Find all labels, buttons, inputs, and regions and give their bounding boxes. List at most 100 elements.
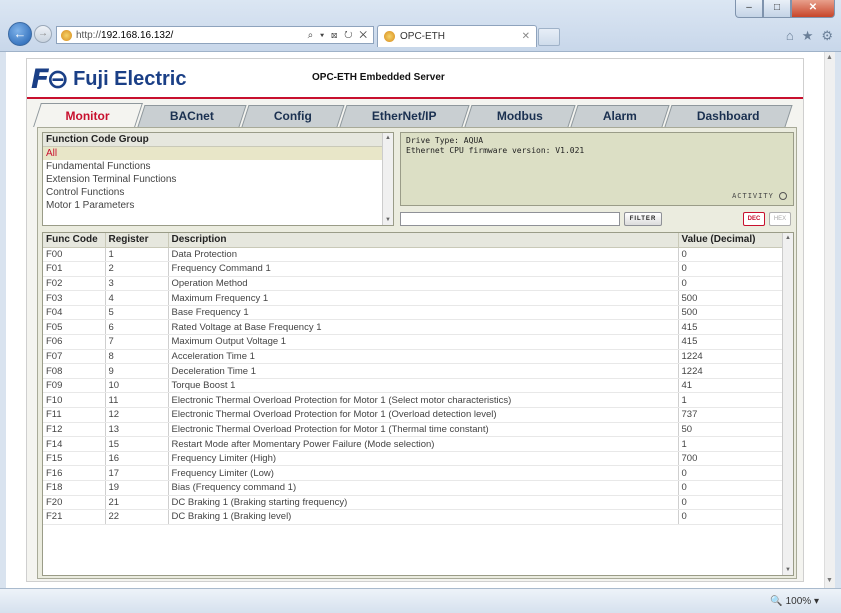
tab-alarm[interactable]: Alarm	[570, 105, 670, 127]
address-url: http://192.168.16.132/	[76, 29, 174, 41]
opc-eth-app: F⊖ Fuji Electric OPC-ETH Embedded Server…	[26, 58, 804, 582]
group-item-motor1[interactable]: Motor 1 Parameters	[43, 199, 393, 212]
minimize-button[interactable]: –	[735, 0, 763, 18]
settings-gear-icon[interactable]: ⚙	[821, 28, 833, 44]
table-row[interactable]: F15 16 Frequency Limiter (High) 700	[43, 451, 784, 467]
group-item-all[interactable]: All	[43, 147, 393, 160]
group-item-control[interactable]: Control Functions	[43, 186, 393, 199]
table-row[interactable]: F10 11 Electronic Thermal Overload Protect…	[43, 392, 784, 409]
cell-register: 4	[105, 290, 169, 306]
table-row[interactable]: F14 15 Restart Mode after Momentary Power …	[43, 436, 784, 452]
cell-register: 10	[105, 378, 169, 394]
cell-description: DC Braking 1 (Braking starting frequency…	[168, 495, 679, 511]
table-row[interactable]: F16 17 Frequency Limiter (Low) 0	[43, 465, 784, 481]
window-controls: – □ ✕	[735, 0, 835, 18]
col-description[interactable]: Description	[168, 233, 679, 248]
cell-description: Operation Method	[168, 276, 679, 292]
table-row[interactable]: F21 22 DC Braking 1 (Braking level) 0	[43, 509, 784, 525]
brand-name: Fuji Electric	[73, 68, 187, 90]
cell-func-code: F21	[43, 509, 106, 525]
scroll-down-icon[interactable]: ▼	[385, 217, 391, 223]
scroll-up-icon[interactable]: ▲	[385, 135, 391, 141]
tab-bacnet[interactable]: BACnet	[137, 105, 247, 127]
cell-description: Restart Mode after Momentary Power Failu…	[168, 436, 679, 452]
table-row[interactable]: F06 7 Maximum Output Voltage 1 415	[43, 334, 784, 350]
tab-dashboard[interactable]: Dashboard	[664, 105, 792, 127]
table-row[interactable]: F08 9 Deceleration Time 1 1224	[43, 363, 784, 379]
table-scroll-up-icon[interactable]: ▲	[785, 235, 791, 241]
cell-register: 21	[105, 495, 169, 511]
table-row[interactable]: F03 4 Maximum Frequency 1 500	[43, 290, 784, 306]
cell-description: Bias (Frequency command 1)	[168, 480, 679, 496]
tab-config[interactable]: Config	[241, 105, 345, 127]
hex-button[interactable]: HEX	[769, 212, 791, 226]
table-scroll-down-icon[interactable]: ▼	[785, 567, 791, 573]
cell-register: 9	[105, 363, 169, 379]
cell-func-code: F06	[43, 334, 106, 350]
group-item-fundamental[interactable]: Fundamental Functions	[43, 160, 393, 173]
cell-value: 0	[678, 261, 784, 277]
forward-button[interactable]: →	[34, 25, 52, 43]
dec-button[interactable]: DEC	[743, 212, 765, 226]
table-row[interactable]: F07 8 Acceleration Time 1 1224	[43, 349, 784, 365]
close-tab-icon[interactable]: ✕	[522, 31, 530, 42]
cell-register: 8	[105, 349, 169, 365]
function-code-group-list[interactable]: Function Code Group All Fundamental Func…	[42, 132, 394, 226]
tab-monitor[interactable]: Monitor	[33, 103, 143, 127]
col-value[interactable]: Value (Decimal)	[678, 233, 784, 248]
cell-value: 0	[678, 276, 784, 292]
cell-value: 0	[678, 465, 784, 481]
maximize-button[interactable]: □	[763, 0, 791, 18]
product-title: OPC-ETH Embedded Server	[312, 72, 445, 83]
cell-value: 1	[678, 392, 784, 409]
table-scrollbar[interactable]: ▲ ▼	[782, 233, 793, 575]
table-row[interactable]: F12 13 Electronic Thermal Overload Protect…	[43, 422, 784, 438]
tab-modbus[interactable]: Modbus	[464, 105, 576, 127]
new-tab-button[interactable]	[538, 28, 560, 46]
close-window-button[interactable]: ✕	[791, 0, 835, 18]
col-register[interactable]: Register	[105, 233, 169, 248]
cell-value: 1	[678, 436, 784, 452]
table-row[interactable]: F18 19 Bias (Frequency command 1) 0	[43, 480, 784, 496]
table-row[interactable]: F20 21 DC Braking 1 (Braking starting freq…	[43, 495, 784, 511]
zoom-level[interactable]: 🔍 100% ▾	[770, 596, 819, 607]
browser-toolbar: – □ ✕ ← → http://192.168.16.132/ ⌕ ▾ ⊠ ↻…	[0, 0, 841, 52]
fe-logo-mark-icon: F⊖	[31, 64, 69, 95]
cell-register: 19	[105, 480, 169, 496]
function-code-table: Func Code Register Description Value (De…	[42, 232, 794, 576]
tab-ethernet-ip[interactable]: EtherNet/IP	[339, 105, 470, 127]
activity-led-icon	[779, 192, 787, 200]
cell-description: Frequency Limiter (High)	[168, 451, 679, 467]
cell-value: 0	[678, 509, 784, 525]
table-row[interactable]: F01 2 Frequency Command 10	[43, 261, 784, 277]
group-list-scrollbar[interactable]: ▲ ▼	[382, 133, 393, 225]
cell-description: Frequency Command 1	[168, 261, 679, 277]
cell-register: 13	[105, 422, 169, 438]
cell-description: Acceleration Time 1	[168, 349, 679, 365]
back-button[interactable]: ←	[8, 22, 32, 46]
table-row[interactable]: F02 3 Operation Method 0	[43, 276, 784, 292]
page-scroll-down-icon[interactable]: ▼	[826, 577, 833, 584]
home-icon[interactable]: ⌂	[786, 28, 794, 44]
address-tools[interactable]: ⌕ ▾ ⊠ ↻ ✕	[308, 30, 369, 41]
table-row[interactable]: F11 12 Electronic Thermal Overload Protect…	[43, 407, 784, 423]
cell-func-code: F11	[43, 407, 106, 423]
cell-func-code: F12	[43, 422, 106, 438]
tab-site-icon	[384, 31, 395, 42]
group-item-extension-terminal[interactable]: Extension Terminal Functions	[43, 173, 393, 186]
address-bar[interactable]: http://192.168.16.132/ ⌕ ▾ ⊠ ↻ ✕	[56, 26, 374, 44]
page-scroll-up-icon[interactable]: ▲	[826, 54, 833, 61]
filter-button[interactable]: FILTER	[624, 212, 662, 226]
cell-description: Electronic Thermal Overload Protection f…	[168, 392, 679, 409]
cell-register: 6	[105, 319, 169, 336]
page-scrollbar[interactable]: ▲ ▼	[824, 52, 835, 588]
favorites-star-icon[interactable]: ★	[802, 28, 814, 44]
col-func-code[interactable]: Func Code	[43, 233, 106, 248]
table-row[interactable]: F05 6 Rated Voltage at Base Frequency 1 415	[43, 319, 784, 336]
browser-tab[interactable]: OPC-ETH ✕	[377, 25, 537, 47]
table-row[interactable]: F00 1 Data Protection 0	[43, 247, 784, 263]
filter-input[interactable]	[400, 212, 620, 226]
table-row[interactable]: F04 5 Base Frequency 1 500	[43, 305, 784, 321]
cell-description: Base Frequency 1	[168, 305, 679, 321]
table-row[interactable]: F09 10 Torque Boost 1 41	[43, 378, 784, 394]
